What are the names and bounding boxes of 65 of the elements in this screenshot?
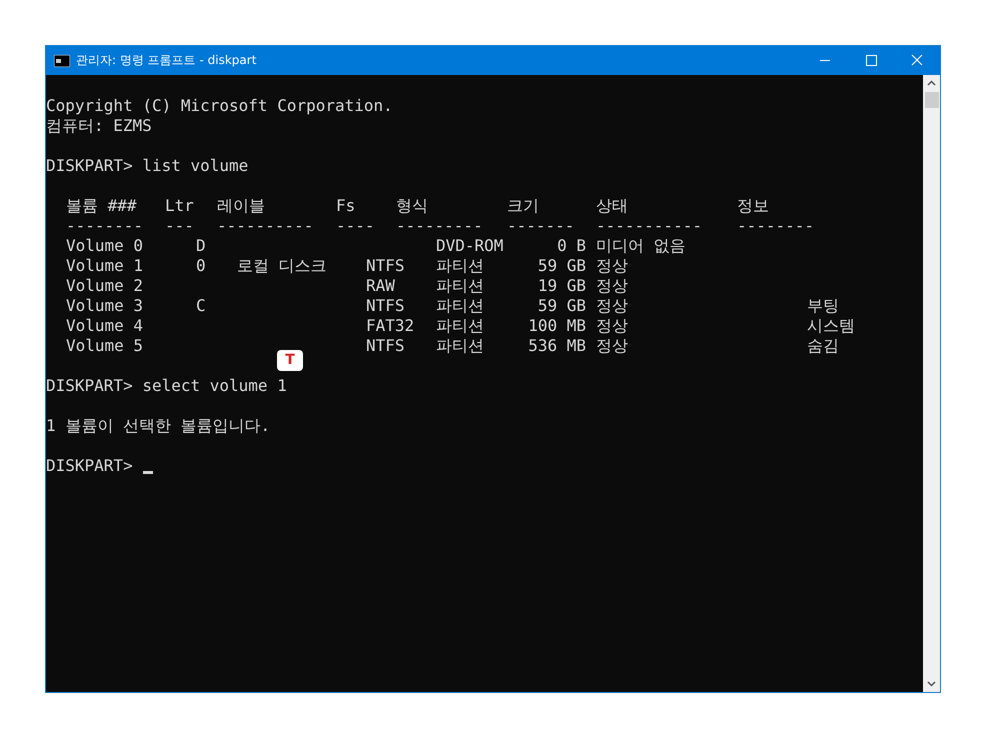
window-title: 관리자: 명령 프롬프트 - diskpart [76,52,258,69]
console-line: Copyright (C) Microsoft Corporation. [46,96,394,116]
table-cell: 파티션 [436,336,484,355]
console-line: 1 볼륨이 선택한 볼륨입니다. [46,416,272,436]
table-cell: 로컬 디스크 [237,256,327,275]
table-cell: 부팅 [807,296,839,315]
table-cell: 숨김 [807,336,839,355]
table-cell: Volume 2 [66,276,144,295]
console-line: DISKPART> [46,456,133,476]
column-heading: Ltr [165,196,195,216]
table-cell: NTFS [366,336,405,355]
scroll-thumb[interactable] [924,92,938,108]
column-rule: ---------- [217,216,314,236]
table-cell: 59 GB [538,256,586,275]
table-cell: NTFS [366,256,405,275]
column-heading: 크기 [507,196,540,216]
console-line: 컴퓨터: EZMS [46,116,153,136]
annotation-badge: T [277,350,303,371]
column-rule: --------- [396,216,484,236]
table-cell: 536 MB [528,336,586,355]
table-cell: 정상 [596,316,628,335]
table-cell: 정상 [596,256,628,275]
column-heading: 레이블 [217,196,266,216]
table-cell: 정상 [596,276,628,295]
column-heading: 형식 [396,196,429,216]
table-cell: FAT32 [366,316,414,335]
table-cell: C [196,296,206,315]
table-cell: 파티션 [436,256,484,275]
console-icon [54,54,70,66]
table-cell: 정상 [596,296,628,315]
column-rule: --- [165,216,195,236]
table-cell: DVD-ROM [436,236,504,255]
table-cell: 0 B [557,236,586,255]
scroll-up-icon[interactable] [927,80,936,86]
table-cell: Volume 1 [66,256,144,275]
table-cell: D [196,236,206,255]
scrollbar[interactable] [923,75,940,692]
table-cell: 파티션 [436,316,484,335]
column-heading: Fs [336,196,356,216]
table-cell: 파티션 [436,276,484,295]
table-cell: 19 GB [538,276,586,295]
column-rule: -------- [66,216,144,236]
table-cell: 59 GB [538,296,586,315]
table-cell: Volume 0 [66,236,144,255]
table-cell: 0 [196,256,206,275]
table-cell: 100 MB [528,316,586,335]
column-rule: ---- [336,216,376,236]
table-cell: 미디어 없음 [596,236,686,255]
console-line: DISKPART> list volume [46,156,250,176]
column-heading: 볼륨 ### [66,196,138,216]
table-cell: 정상 [596,336,628,355]
table-cell: Volume 5 [66,336,144,355]
column-heading: 상태 [596,196,629,216]
table-cell: Volume 4 [66,316,144,335]
column-rule: ----------- [596,216,703,236]
column-heading: 정보 [737,196,770,216]
scroll-down-icon[interactable] [927,681,936,687]
table-cell: NTFS [366,296,405,315]
column-rule: -------- [737,216,816,236]
table-cell: Volume 3 [66,296,144,315]
table-cell: 파티션 [436,296,484,315]
column-rule: ------- [507,216,576,236]
table-cell: 시스템 [807,316,855,335]
table-cell: RAW [366,276,395,295]
console-line: DISKPART> select volume 1 [46,376,288,396]
